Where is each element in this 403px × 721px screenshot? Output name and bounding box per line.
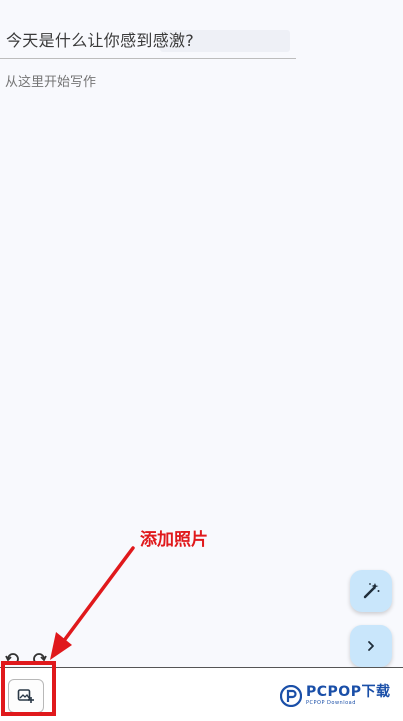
journal-prompt: 今天是什么让你感到感激?: [6, 31, 195, 50]
watermark: PCPOP下载 PCPOP Download: [280, 685, 390, 707]
next-button[interactable]: [350, 625, 392, 667]
watermark-brand: PCPOP下载: [306, 684, 391, 700]
annotation-label: 添加照片: [140, 530, 208, 550]
magic-assist-button[interactable]: [350, 570, 392, 612]
magic-wand-icon: [363, 583, 380, 599]
pcpop-logo-icon: [280, 685, 302, 707]
chevron-right-icon: [368, 641, 374, 651]
watermark-subtitle: PCPOP Download: [306, 700, 356, 706]
annotation-highlight-box: [1, 661, 56, 716]
prompt-divider: [0, 58, 296, 59]
